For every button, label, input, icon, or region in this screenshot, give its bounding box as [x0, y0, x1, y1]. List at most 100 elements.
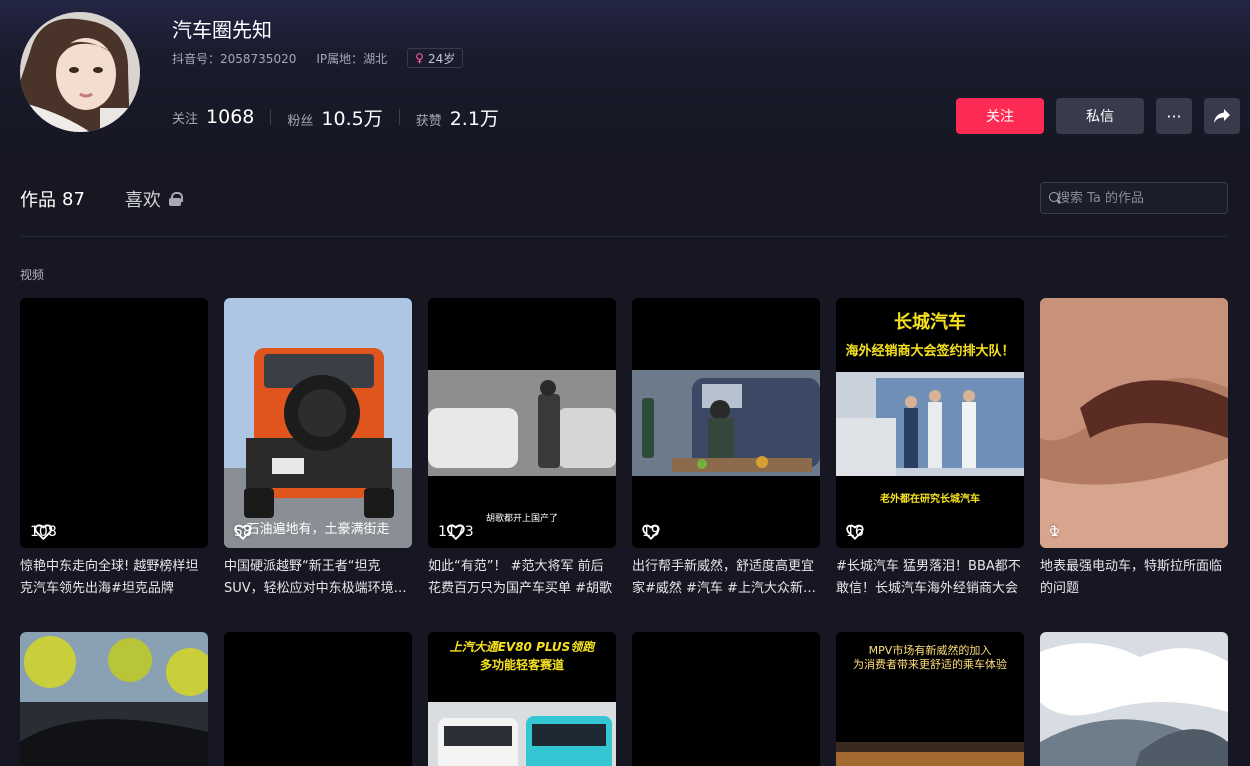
heart-icon — [446, 524, 465, 540]
video-card[interactable]: 石油遍地有，土豪满街走 58 中国硬派越野“新王者“坦克SUV，轻松应对中东极端… — [224, 298, 412, 600]
thumbnail-image — [836, 298, 1024, 548]
thumbnail-subheadline: 为消费者带来更舒适的乘车体验 — [853, 658, 1007, 671]
video-title[interactable]: 地表最强电动车，特斯拉所面临的问题 — [1040, 556, 1228, 600]
more-icon: ··· — [1166, 106, 1182, 126]
heart-icon — [1050, 528, 1059, 536]
stat-following-label: 关注 — [172, 112, 199, 127]
video-card[interactable]: 19 出行帮手新威然，舒适度高更宜家#威然 #汽车 #上汽大众新威然 — [632, 298, 820, 600]
video-title[interactable]: 惊艳中东走向全球! 越野榜样坦克汽车领先出海#坦克品牌 — [20, 556, 208, 600]
tab-divider — [20, 236, 1228, 237]
video-thumbnail[interactable]: 胡歌都开上国产了 1173 — [428, 298, 616, 548]
thumbnail-image — [224, 298, 412, 548]
share-button[interactable] — [1204, 98, 1240, 134]
heart-icon — [34, 524, 53, 540]
video-thumbnail[interactable]: 上汽大通EV80 PLUS领跑 多功能轻客赛道 — [428, 632, 616, 766]
video-title[interactable]: 中国硬派越野“新王者“坦克SUV，轻松应对中东极端环境挑战 — [224, 556, 412, 600]
thumbnail-image — [1040, 632, 1228, 766]
video-thumbnail[interactable]: 长城汽车 海外经销商大会签约排大队！ 老外都在研究长城汽车 16 — [836, 298, 1024, 548]
stat-followers-value: 10.5万 — [321, 107, 383, 130]
video-title[interactable]: 出行帮手新威然，舒适度高更宜家#威然 #汽车 #上汽大众新威然 — [632, 556, 820, 600]
video-thumbnail[interactable] — [224, 632, 412, 766]
share-icon — [1214, 109, 1230, 123]
douyin-id: 抖音号：2058735020 — [172, 51, 297, 66]
thumbnail-headline: 长城汽车 — [894, 312, 966, 333]
female-icon: ♀ — [415, 51, 424, 65]
thumbnail-caption: 老外都在研究长城汽车 — [880, 494, 980, 505]
video-thumbnail[interactable] — [20, 632, 208, 766]
section-label-videos: 视频 — [20, 268, 45, 282]
age-badge: ♀ 24岁 — [407, 48, 464, 68]
video-thumbnail[interactable]: 19 — [632, 298, 820, 548]
more-button[interactable]: ··· — [1156, 98, 1192, 134]
heart-icon — [846, 524, 864, 540]
video-thumbnail[interactable] — [632, 632, 820, 766]
video-card[interactable]: 长城汽车 海外经销商大会签约排大队！ 老外都在研究长城汽车 16 #长城汽车 猛… — [836, 298, 1024, 600]
avatar-image — [20, 12, 140, 132]
video-row: 108 惊艳中东走向全球! 越野榜样坦克汽车领先出海#坦克品牌 石油遍地有，土豪… — [20, 298, 1228, 600]
profile-actions: 关注 私信 ··· — [956, 98, 1240, 134]
lock-icon — [168, 192, 183, 206]
video-title[interactable]: #长城汽车 猛男落泪！BBA都不敢信！长城汽车海外经销商大会 — [836, 556, 1024, 600]
video-row: 上汽大通EV80 PLUS领跑 多功能轻客赛道 MPV市场有新威然的加入 为消费… — [20, 632, 1228, 766]
like-count: 19 — [642, 524, 660, 540]
search-box[interactable] — [1040, 182, 1228, 214]
avatar[interactable] — [20, 12, 140, 132]
video-thumbnail[interactable]: 108 — [20, 298, 208, 548]
thumbnail-caption: 石油遍地有，土豪满街走 — [246, 522, 390, 537]
thumbnail-caption: 胡歌都开上国产了 — [485, 514, 558, 524]
video-title[interactable]: 如此“有范”！ #范大将军 前后花费百万只为国产车买单 #胡歌 — [428, 556, 616, 600]
video-card[interactable] — [1040, 632, 1228, 766]
like-count: 1173 — [438, 524, 474, 540]
message-button[interactable]: 私信 — [1056, 98, 1144, 134]
ip-location: IP属地：湖北 — [316, 51, 388, 66]
like-count: 16 — [846, 524, 864, 540]
stat-following[interactable]: 关注 1068 — [172, 106, 254, 128]
thumbnail-image — [1040, 298, 1228, 548]
thumbnail-image — [20, 298, 208, 548]
profile-name: 汽车圈先知 — [172, 18, 272, 42]
video-card[interactable]: 1 地表最强电动车，特斯拉所面临的问题 — [1040, 298, 1228, 600]
video-grid: 108 惊艳中东走向全球! 越野榜样坦克汽车领先出海#坦克品牌 石油遍地有，土豪… — [20, 298, 1228, 766]
thumbnail-image — [632, 632, 820, 766]
stat-following-value: 1068 — [206, 106, 255, 128]
stat-divider — [270, 109, 272, 125]
video-thumbnail[interactable]: MPV市场有新威然的加入 为消费者带来更舒适的乘车体验 — [836, 632, 1024, 766]
video-thumbnail[interactable]: 1 — [1040, 298, 1228, 548]
age-text: 24岁 — [427, 51, 456, 66]
stat-likes: 获赞 2.1万 — [416, 104, 499, 131]
stat-followers[interactable]: 粉丝 10.5万 — [287, 104, 382, 131]
heart-icon — [234, 524, 252, 540]
thumbnail-headline: 上汽大通EV80 PLUS领跑 — [449, 640, 595, 654]
video-card[interactable]: MPV市场有新威然的加入 为消费者带来更舒适的乘车体验 — [836, 632, 1024, 766]
follow-button[interactable]: 关注 — [956, 98, 1044, 134]
stat-followers-label: 粉丝 — [287, 113, 314, 129]
profile-tabs: 作品 87 喜欢 — [20, 186, 183, 212]
tab-works[interactable]: 作品 87 — [20, 186, 85, 212]
stat-divider — [398, 109, 400, 125]
search-icon — [1049, 192, 1059, 204]
tab-likes-label: 喜欢 — [124, 190, 161, 211]
video-card[interactable] — [20, 632, 208, 766]
video-card[interactable]: 胡歌都开上国产了 1173 如此“有范”！ #范大将军 前后花费百万只为国产车买… — [428, 298, 616, 600]
video-card[interactable]: 上汽大通EV80 PLUS领跑 多功能轻客赛道 — [428, 632, 616, 766]
thumbnail-image — [224, 632, 412, 766]
thumbnail-image — [20, 632, 208, 766]
video-thumbnail[interactable] — [1040, 632, 1228, 766]
video-card[interactable]: 108 惊艳中东走向全球! 越野榜样坦克汽车领先出海#坦克品牌 — [20, 298, 208, 600]
like-count: 58 — [234, 524, 252, 540]
search-input[interactable] — [1057, 190, 1227, 206]
thumbnail-image — [632, 298, 820, 548]
video-thumbnail[interactable]: 石油遍地有，土豪满街走 58 — [224, 298, 412, 548]
thumbnail-subheadline: 海外经销商大会签约排大队！ — [845, 344, 1015, 359]
tab-works-count: 87 — [62, 188, 85, 210]
tab-works-label: 作品 — [20, 190, 56, 211]
profile-meta: 抖音号：2058735020 IP属地：湖北 ♀ 24岁 — [172, 48, 464, 68]
stat-likes-value: 2.1万 — [449, 107, 499, 130]
heart-icon — [642, 524, 660, 540]
profile-stats: 关注 1068 粉丝 10.5万 获赞 2.1万 — [172, 104, 499, 130]
video-card[interactable] — [224, 632, 412, 766]
tab-likes[interactable]: 喜欢 — [124, 186, 183, 212]
like-count: 1 — [1050, 524, 1059, 540]
video-card[interactable] — [632, 632, 820, 766]
like-count: 108 — [30, 524, 57, 540]
